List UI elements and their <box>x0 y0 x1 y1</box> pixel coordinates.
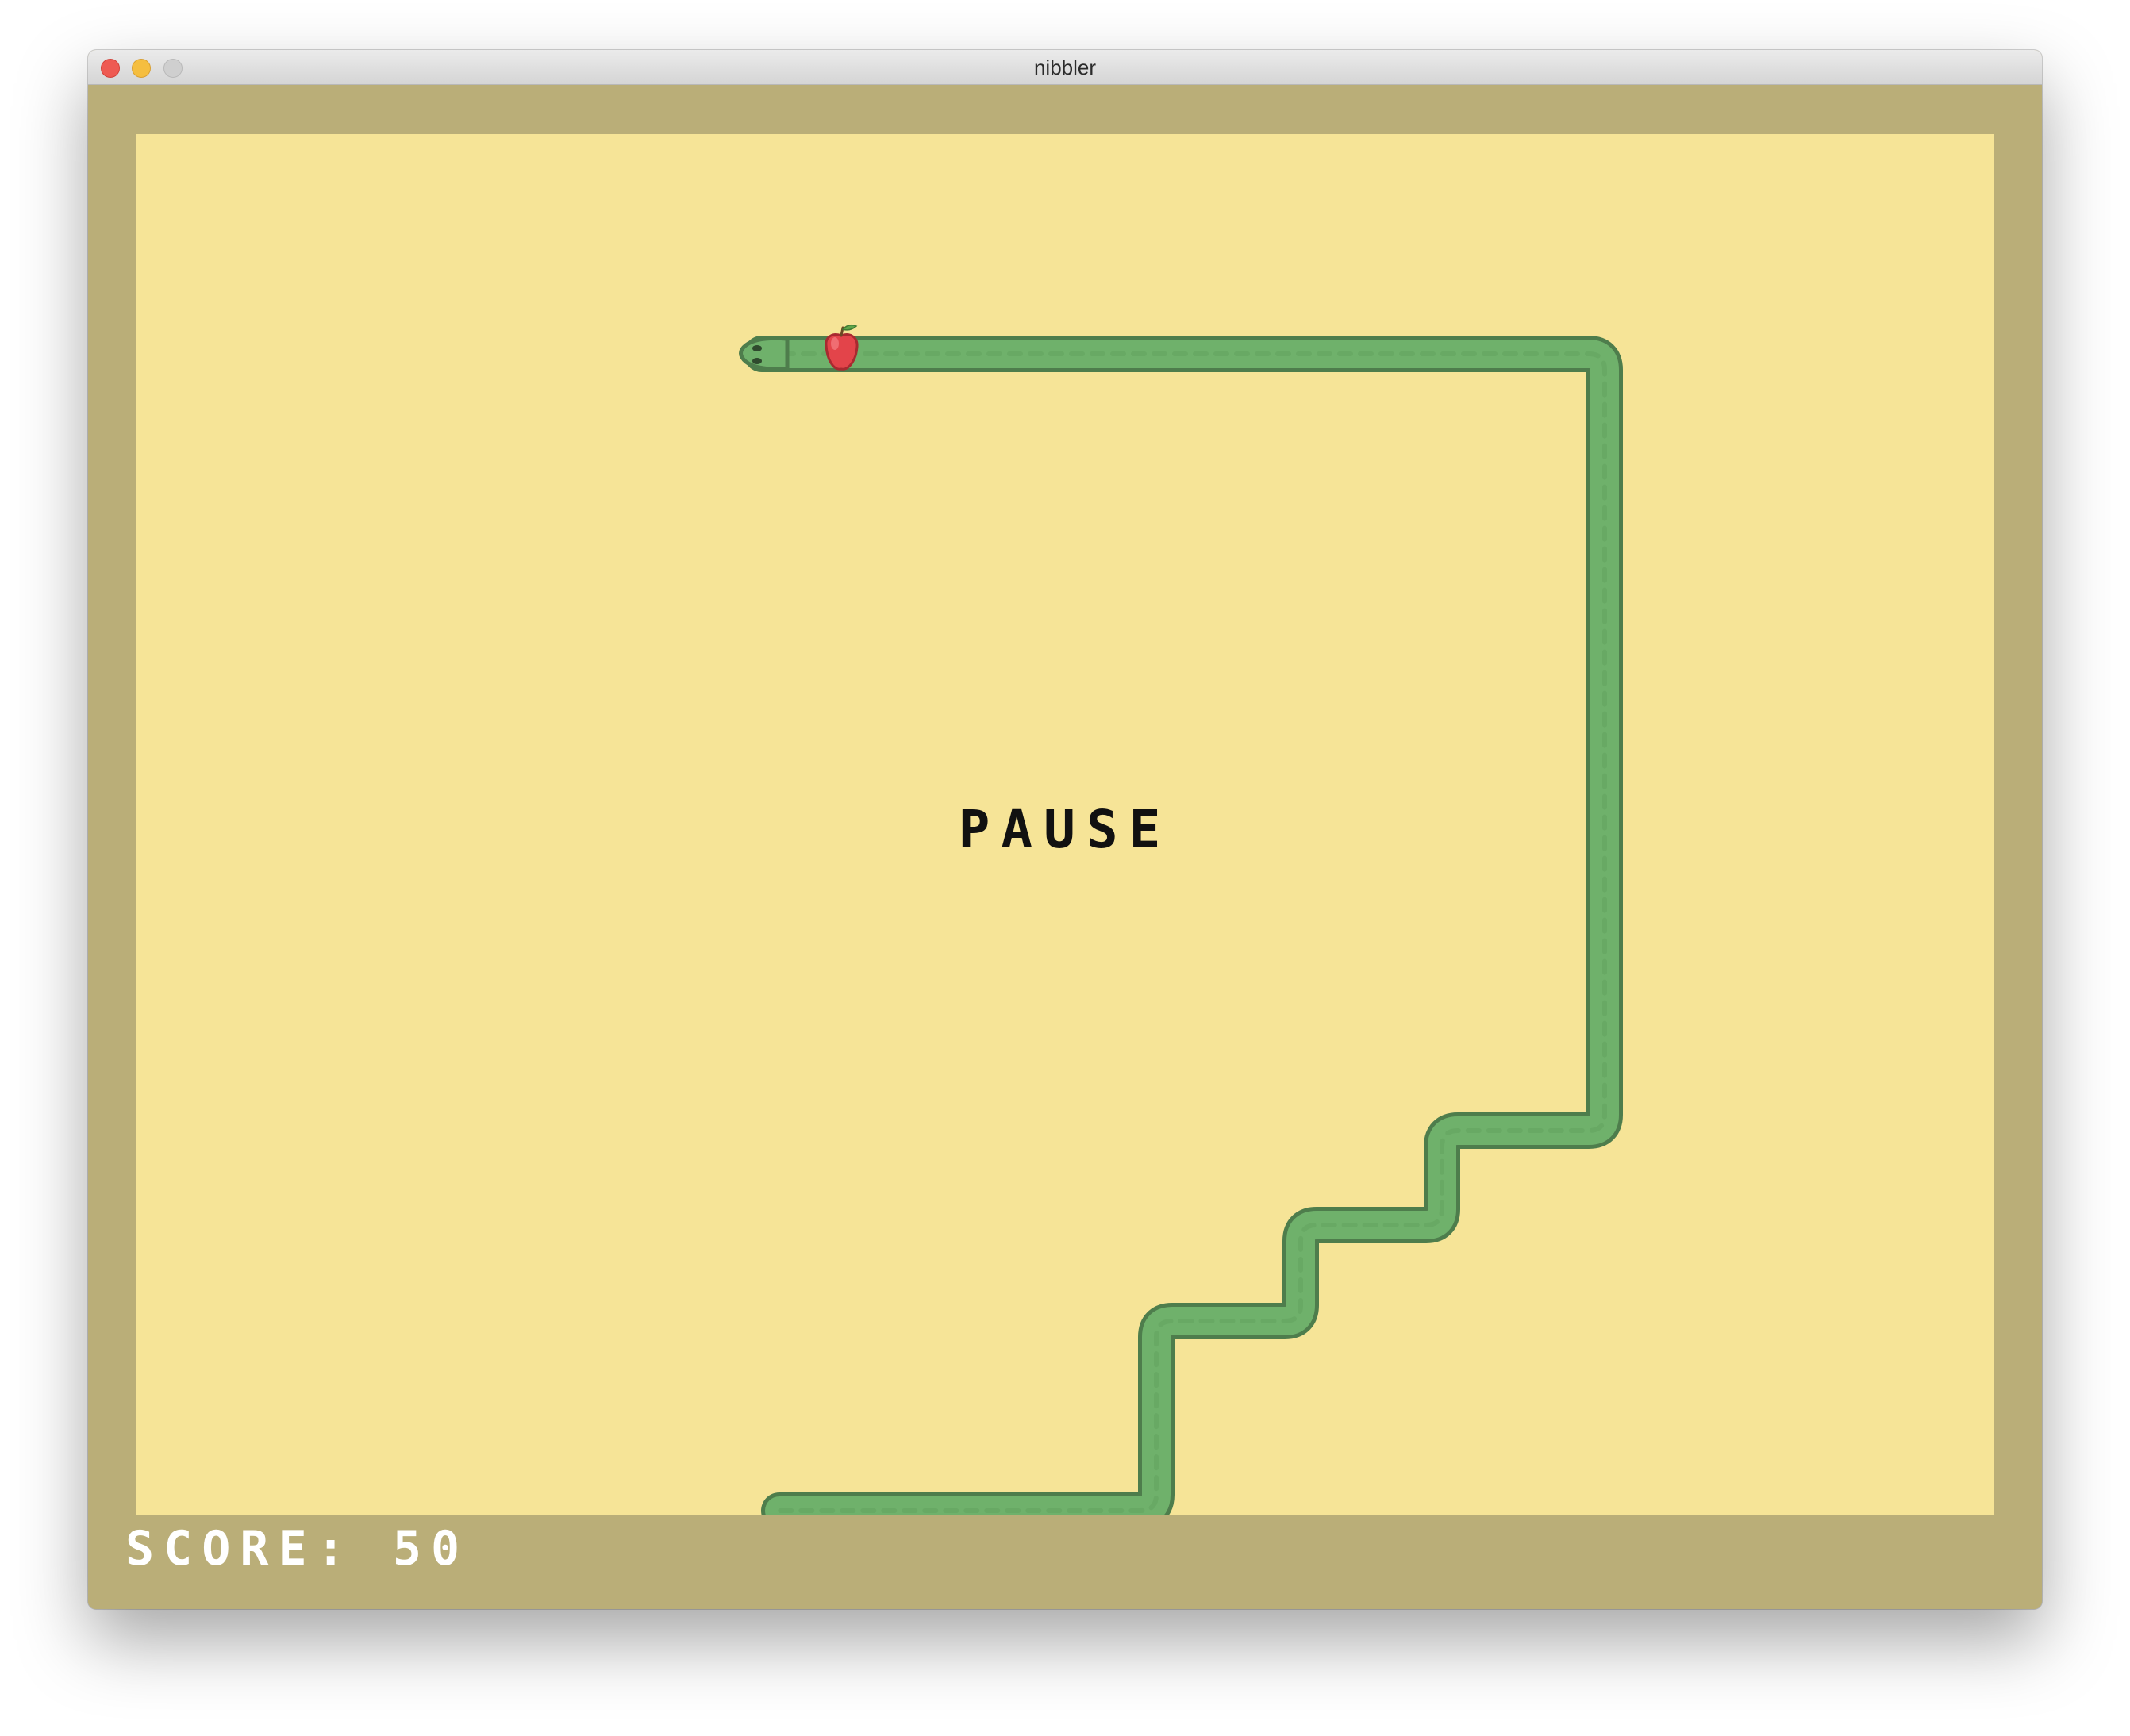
title-bar[interactable]: nibbler <box>88 50 2042 85</box>
apple-icon <box>825 324 859 371</box>
score-display: SCORE: 50 <box>125 1521 469 1577</box>
snake-eye <box>752 358 762 364</box>
snake <box>739 336 1623 1515</box>
score-value: 50 <box>392 1521 470 1577</box>
game-area[interactable]: PAUSE SCORE: 50 <box>88 85 2042 1609</box>
game-window: nibbler PAUSE SCORE: 50 <box>88 50 2042 1609</box>
window-title: nibbler <box>1033 56 1097 79</box>
pause-overlay-text: PAUSE <box>958 799 1172 860</box>
playfield: PAUSE <box>136 134 1994 1515</box>
snake-eye <box>752 345 762 351</box>
snake-head-icon <box>739 336 790 371</box>
snake-body-outline <box>744 336 1623 1515</box>
score-label: SCORE: <box>125 1521 355 1577</box>
